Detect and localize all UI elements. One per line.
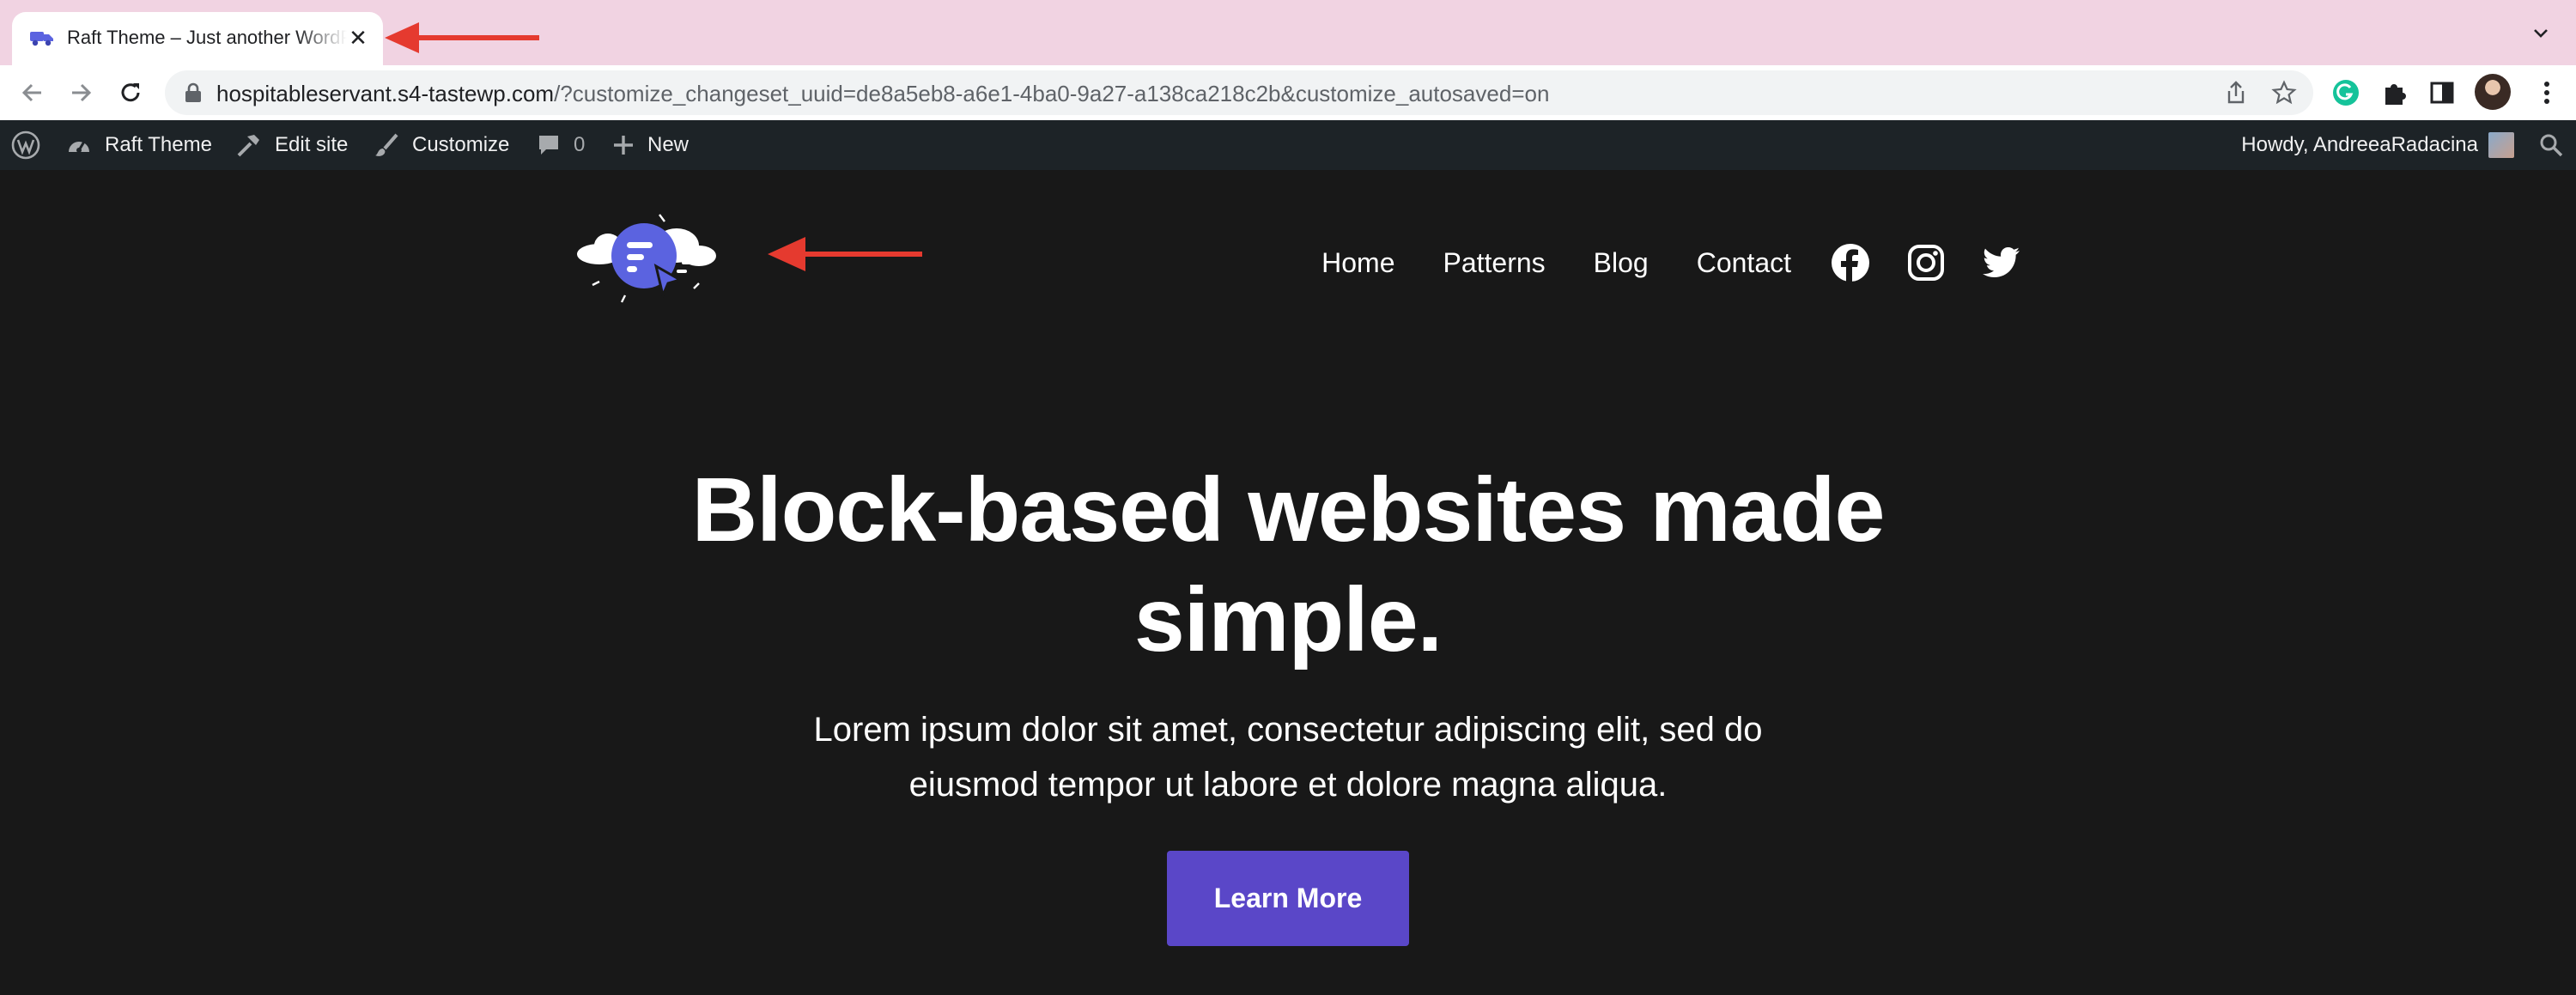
hero-title-line-1: Block-based websites made (691, 459, 1886, 561)
nav-link-contact[interactable]: Contact (1697, 240, 1791, 285)
hammer-icon (237, 135, 259, 157)
hero-title-line-2: simple. (1133, 569, 1443, 670)
close-icon[interactable]: ✕ (345, 25, 371, 51)
url-host: hospitableservant.s4-tastewp.com (216, 81, 555, 106)
howdy-label: Howdy, AndreeaRadacina (2241, 133, 2478, 156)
annotation-arrow (768, 237, 922, 271)
search-icon (2540, 134, 2563, 157)
annotation-arrow (385, 22, 539, 53)
wp-admin-bar: Raft Theme Edit site Customize 0 New How… (0, 120, 2576, 170)
nav-link-home[interactable]: Home (1321, 240, 1394, 285)
address-bar[interactable]: hospitableservant.s4-tastewp.com/?custom… (165, 70, 2313, 115)
instagram-icon[interactable] (1906, 243, 1946, 282)
truck-favicon-icon (30, 32, 53, 46)
comments-count: 0 (574, 133, 586, 156)
edit-site-label: Edit site (275, 133, 349, 156)
tab-title: Raft Theme – Just another WordPress site (67, 27, 347, 48)
edit-site-menu[interactable]: Edit site (235, 120, 348, 170)
my-account-menu[interactable]: Howdy, AndreeaRadacina (2241, 120, 2514, 170)
nav-link-blog[interactable]: Blog (1594, 240, 1649, 285)
url-text: hospitableservant.s4-tastewp.com/?custom… (216, 81, 1549, 107)
site-name-label: Raft Theme (105, 133, 212, 156)
site-name-menu[interactable]: Raft Theme (65, 120, 212, 170)
wordpress-logo-icon (11, 130, 40, 160)
learn-more-button[interactable]: Learn More (1167, 851, 1409, 946)
twitter-icon[interactable] (1982, 243, 2021, 282)
star-icon[interactable] (2270, 79, 2298, 106)
comments-menu[interactable]: 0 (536, 120, 585, 170)
new-content-menu[interactable]: New (611, 120, 689, 170)
forward-arrow-icon[interactable] (65, 77, 96, 108)
comment-bubble-icon (539, 136, 558, 155)
profile-avatar[interactable] (2475, 74, 2511, 110)
customize-label: Customize (412, 133, 510, 156)
browser-toolbar: hospitableservant.s4-tastewp.com/?custom… (0, 65, 2576, 120)
lock-icon[interactable] (184, 82, 203, 103)
paintbrush-icon (375, 133, 398, 156)
facebook-icon[interactable] (1831, 243, 1870, 282)
customize-menu[interactable]: Customize (373, 120, 509, 170)
side-panel-icon[interactable] (2427, 77, 2458, 108)
hero-subtitle: Lorem ipsum dolor sit amet, consectetur … (0, 702, 2576, 812)
new-label: New (647, 133, 690, 156)
site-logo[interactable] (574, 206, 718, 309)
learn-more-label: Learn More (1213, 883, 1363, 913)
plus-icon (614, 136, 633, 155)
user-avatar (2488, 132, 2514, 158)
dashboard-gauge-icon (69, 141, 89, 153)
wordpress-logo-menu[interactable] (10, 120, 41, 170)
kebab-menu-icon[interactable] (2531, 77, 2562, 108)
browser-tab-active[interactable]: Raft Theme – Just another WordPress site… (12, 12, 383, 65)
grammarly-icon[interactable] (2330, 77, 2361, 108)
site-navigation: Home Patterns Blog Contact (1321, 240, 2021, 285)
share-icon[interactable] (2222, 79, 2250, 106)
url-query: /?customize_changeset_uuid=de8a5eb8-a6e1… (554, 81, 1550, 106)
puzzle-extensions-icon[interactable] (2379, 77, 2409, 108)
back-arrow-icon[interactable] (17, 77, 48, 108)
admin-search[interactable] (2538, 120, 2564, 170)
hero-subtitle-line-1: Lorem ipsum dolor sit amet, consectetur … (813, 711, 1763, 749)
reload-icon[interactable] (115, 77, 146, 108)
chevron-down-icon[interactable] (2528, 21, 2554, 46)
hero-title: Block-based websites made simple. (0, 455, 2576, 675)
hero-subtitle-line-2: eiusmod tempor ut labore et dolore magna… (908, 766, 1668, 804)
nav-link-patterns[interactable]: Patterns (1443, 240, 1546, 285)
